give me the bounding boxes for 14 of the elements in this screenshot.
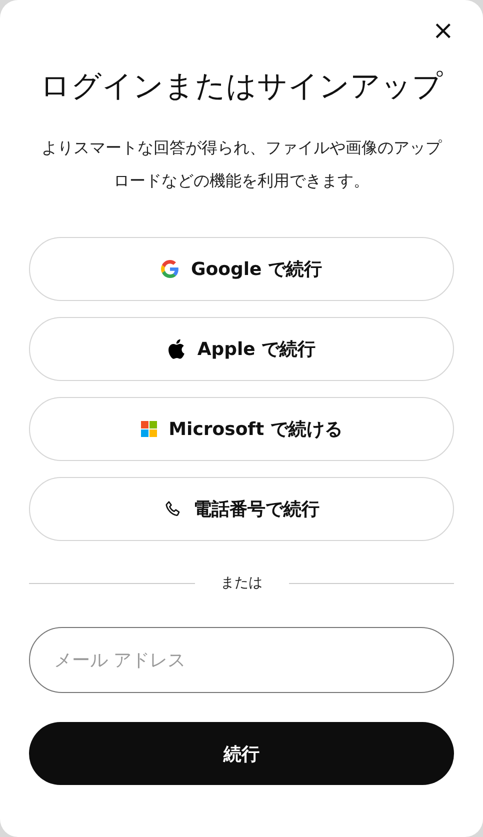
apple-sign-in-button[interactable]: Apple で続行 bbox=[29, 317, 454, 381]
apple-icon bbox=[167, 339, 186, 359]
windows-logo-icon bbox=[140, 421, 157, 437]
dialog-title: ログインまたはサインアップ bbox=[39, 68, 444, 106]
close-button[interactable]: × bbox=[430, 19, 456, 43]
google-sign-in-button[interactable]: Google で続行 bbox=[29, 237, 454, 301]
continue-button[interactable]: 続行 bbox=[29, 722, 454, 785]
dialog-subtitle: よりスマートな回答が得られ、ファイルや画像のアップロードなどの機能を利用できます。 bbox=[40, 137, 443, 192]
google-icon bbox=[160, 260, 179, 278]
email-field[interactable]: メール アドレス bbox=[29, 627, 454, 693]
divider-label: または bbox=[220, 574, 262, 592]
phone-sign-in-button[interactable]: 電話番号で続行 bbox=[29, 477, 454, 541]
phone-icon bbox=[164, 500, 182, 518]
microsoft-sign-in-button[interactable]: Microsoft で続ける bbox=[29, 397, 454, 461]
